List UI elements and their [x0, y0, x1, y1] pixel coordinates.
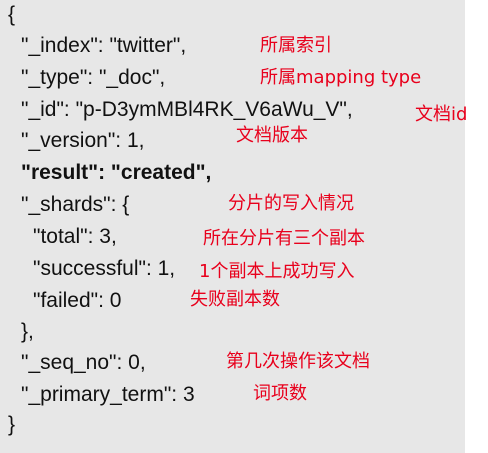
annotation-shards: 分片的写入情况: [228, 193, 354, 214]
annotation-index: 所属索引: [260, 35, 332, 56]
id-field-line: "_id": "p-D3ymMBl4RK_V6aWu_V",: [21, 98, 353, 121]
primary-term-field-line: "_primary_term": 3: [21, 383, 195, 406]
type-field-line: "_type": "_doc",: [21, 66, 166, 89]
annotation-total: 所在分片有三个副本: [203, 228, 365, 249]
version-field-line: "_version": 1,: [21, 129, 145, 152]
annotation-id: 文档id: [415, 104, 468, 125]
open-brace: {: [8, 3, 16, 26]
result-field-line: "result": "created",: [21, 161, 212, 184]
close-brace: }: [8, 413, 16, 436]
shards-field-line: "_shards": {: [21, 193, 130, 216]
annotation-primary-term: 词项数: [253, 383, 307, 404]
annotation-successful: 1个副本上成功写入: [199, 261, 355, 282]
index-field-line: "_index": "twitter",: [21, 34, 187, 57]
annotation-seq-no: 第几次操作该文档: [226, 351, 370, 372]
annotation-type: 所属mapping type: [260, 67, 422, 88]
shards-failed-line: "failed": 0: [33, 289, 122, 312]
annotation-failed: 失败副本数: [190, 289, 280, 310]
seq-no-field-line: "_seq_no": 0,: [21, 351, 146, 374]
shards-close-brace: },: [21, 320, 34, 343]
shards-successful-line: "successful": 1,: [33, 257, 176, 280]
shards-total-line: "total": 3,: [33, 225, 117, 248]
annotation-version: 文档版本: [236, 125, 308, 146]
